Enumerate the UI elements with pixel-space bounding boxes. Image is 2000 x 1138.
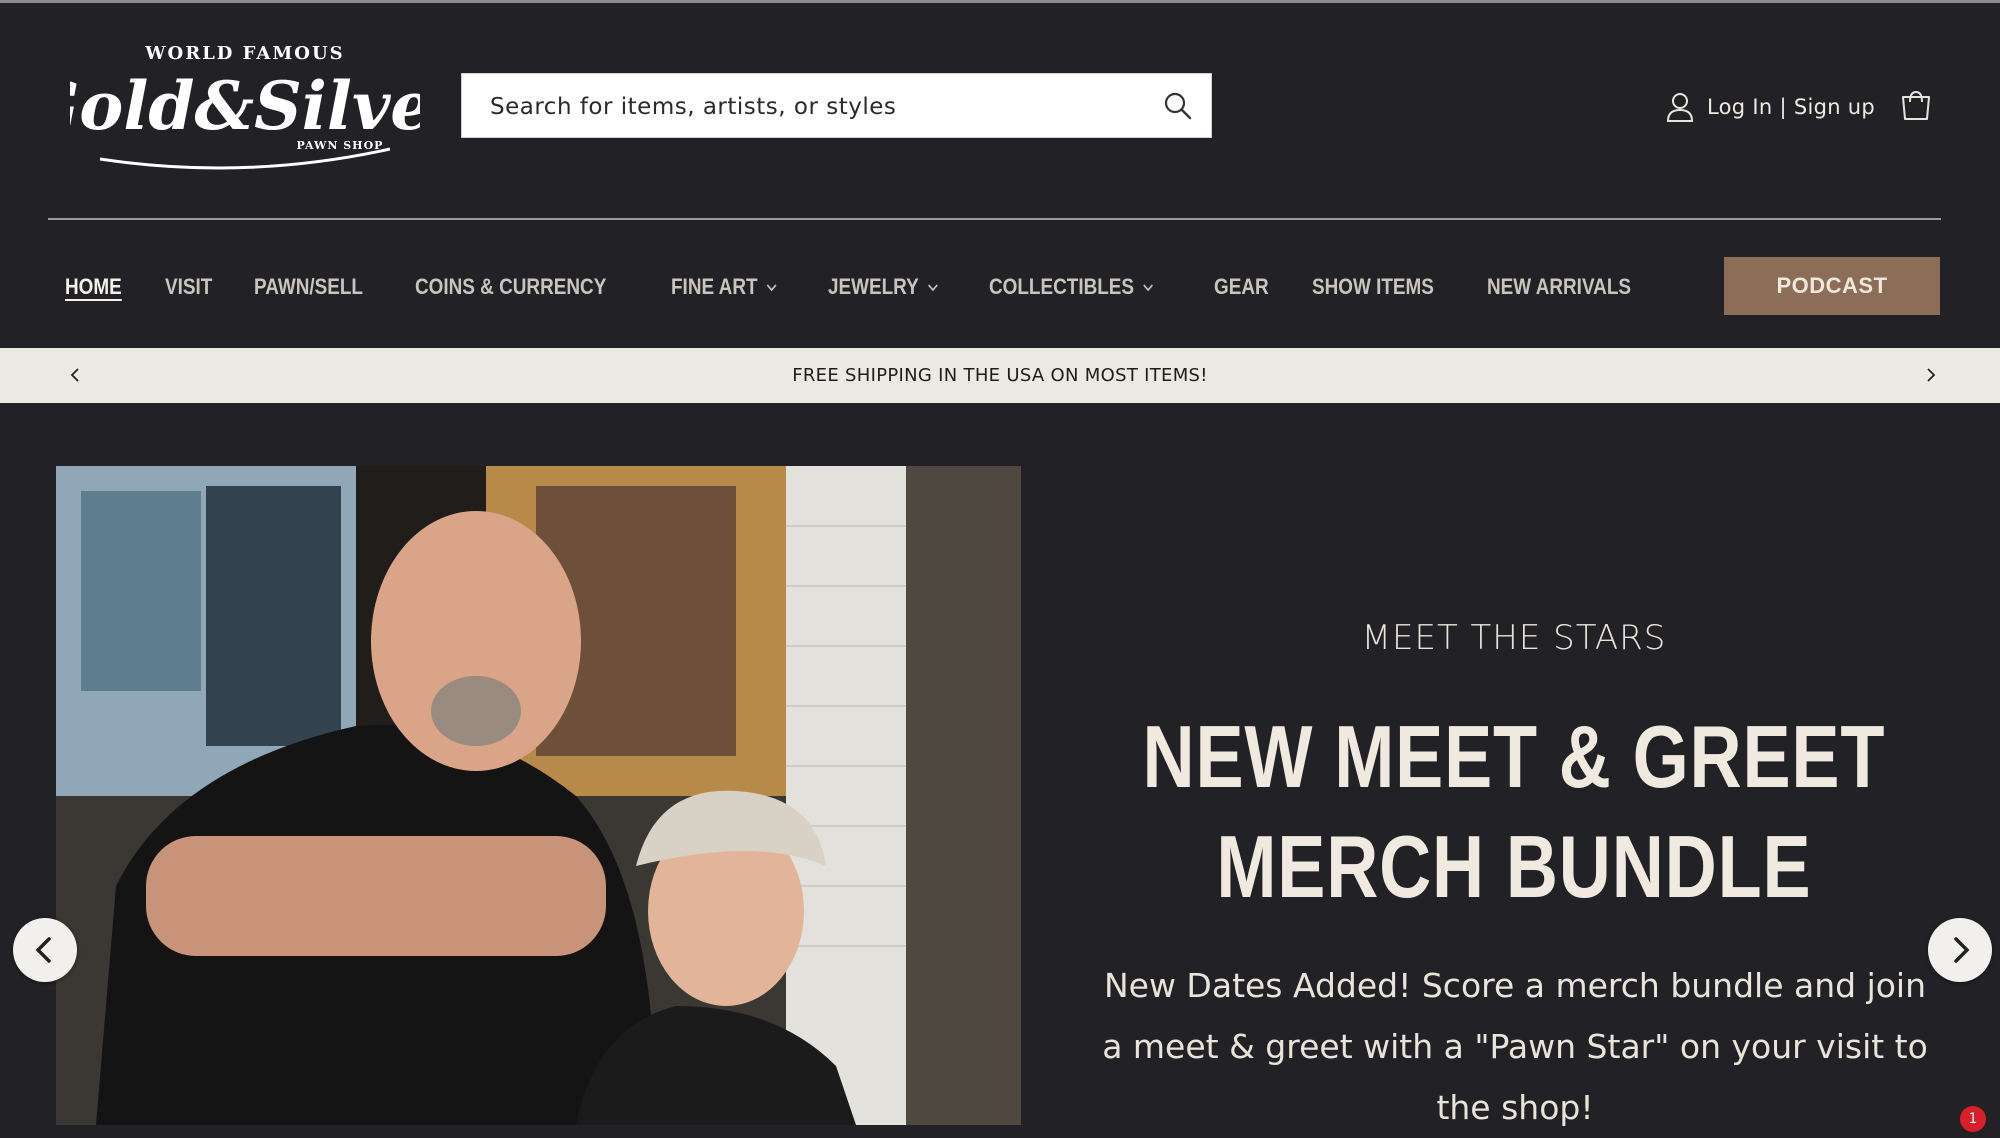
chevron-right-icon [1954,937,1970,963]
podcast-button[interactable]: PODCAST [1724,257,1940,315]
site-header: WORLD FAMOUS Gold&Silver PAWN SHOP Log I… [0,3,2000,347]
nav-item-jewelry[interactable]: JEWELRY [828,274,938,300]
nav-item-collectibles[interactable]: COLLECTIBLES [989,274,1154,300]
slideshow-next-button[interactable] [1928,918,1992,982]
search-bar[interactable] [461,73,1212,139]
user-icon [1666,93,1694,122]
nav-item-coins-currency[interactable]: COINS & CURRENCY [415,274,606,300]
chevron-right-icon[interactable] [1920,364,1942,386]
svg-text:WORLD FAMOUS: WORLD FAMOUS [144,43,344,64]
announcement-bar: FREE SHIPPING IN THE USA ON MOST ITEMS! [0,348,2000,403]
cart-icon[interactable] [1899,89,1933,123]
chat-notification-badge[interactable]: 1 [1960,1106,1986,1132]
nav-item-visit[interactable]: VISIT [165,274,212,300]
chevron-down-icon [766,284,777,292]
account-label: Log In | Sign up [1707,95,1876,119]
nav-item-gear[interactable]: GEAR [1214,274,1269,300]
hero-description: New Dates Added! Score a merch bundle an… [1102,966,1928,1127]
announcement-text: FREE SHIPPING IN THE USA ON MOST ITEMS! [792,365,1208,386]
svg-text:Gold&Silver: Gold&Silver [70,67,420,145]
gold-silver-logo[interactable]: WORLD FAMOUS Gold&Silver PAWN SHOP [70,31,420,176]
nav-item-new-arrivals[interactable]: NEW ARRIVALS [1487,274,1631,300]
hero-eyebrow: MEET THE STARS [1361,618,1667,658]
nav-item-show-items[interactable]: SHOW ITEMS [1312,274,1434,300]
search-icon[interactable] [1163,91,1193,121]
hero-headline: NEW MEET & GREET MERCH BUNDLE [1050,702,1978,922]
chevron-down-icon [1143,284,1154,292]
slideshow-prev-button[interactable] [13,918,77,982]
chevron-left-icon [35,937,51,963]
nav-item-pawn-sell[interactable]: PAWN/SELL [254,274,363,300]
hero-headline-line-1: NEW MEET & GREET [1142,707,1886,806]
header-divider [48,218,1941,220]
search-input[interactable] [488,74,1132,139]
main-navigation: HOME VISIT PAWN/SELL COINS & CURRENCY FI… [65,269,1689,305]
chevron-down-icon [927,284,938,292]
nav-item-home[interactable]: HOME [65,274,122,300]
nav-item-fine-art[interactable]: FINE ART [671,274,777,300]
hero-headline-line-2: MERCH BUNDLE [1216,817,1812,916]
hero-image [56,466,1021,1125]
account-login-link[interactable]: Log In | Sign up [1665,89,1875,125]
svg-text:PAWN SHOP: PAWN SHOP [297,139,384,152]
